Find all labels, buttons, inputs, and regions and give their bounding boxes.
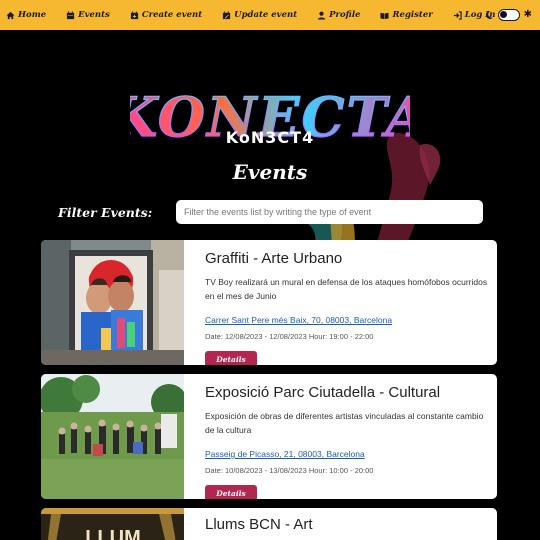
moon-icon bbox=[485, 10, 493, 19]
details-button[interactable]: Details bbox=[205, 485, 257, 499]
nav-update-event[interactable]: Update event bbox=[222, 10, 297, 20]
event-title: Llums BCN - Art bbox=[205, 516, 313, 533]
theme-switch[interactable] bbox=[497, 9, 520, 21]
user-icon bbox=[318, 11, 326, 20]
nav-home[interactable]: Home bbox=[6, 10, 46, 20]
navbar: Home Events Create event Update event Pr… bbox=[0, 0, 540, 30]
details-button[interactable]: Details bbox=[205, 351, 257, 365]
filter-label: Filter Events: bbox=[58, 205, 153, 220]
nav-events-label: Events bbox=[78, 10, 110, 20]
calendar-edit-icon bbox=[223, 10, 231, 19]
nav-events[interactable]: Events bbox=[66, 10, 110, 20]
event-card: Exposició Parc Ciutadella - Cultural Exp… bbox=[41, 374, 497, 499]
event-date: Date: 12/08/2023 - 12/08/2023 Hour: 19:0… bbox=[205, 332, 374, 341]
event-description: TV Boy realizará un mural en defensa de … bbox=[205, 277, 488, 301]
event-address-link[interactable]: Passeig de Picasso, 21, 08003, Barcelona bbox=[205, 449, 365, 459]
event-description: Exposición de obras de diferentes artist… bbox=[205, 411, 484, 435]
nav-profile-label: Profile bbox=[329, 10, 361, 20]
home-icon bbox=[6, 11, 15, 19]
theme-toggle[interactable]: ✱ bbox=[484, 9, 532, 21]
svg-text:LLUM: LLUM bbox=[85, 527, 141, 540]
event-card: Graffiti - Arte Urbano TV Boy realizará … bbox=[41, 240, 497, 365]
calendar-plus-icon bbox=[130, 10, 138, 19]
event-image-llums-bcn: LLUM bbox=[41, 508, 184, 540]
event-date: Date: 10/08/2023 - 13/08/2023 Hour: 10:0… bbox=[205, 466, 374, 475]
nav-profile[interactable]: Profile bbox=[317, 10, 360, 20]
nav-create-event[interactable]: Create event bbox=[130, 10, 202, 20]
event-title: Graffiti - Arte Urbano bbox=[205, 250, 343, 267]
login-icon bbox=[453, 10, 462, 20]
book-icon bbox=[380, 12, 390, 19]
nav-home-label: Home bbox=[18, 10, 47, 20]
sun-icon: ✱ bbox=[523, 9, 532, 20]
event-image-parc-ciutadella bbox=[41, 374, 184, 499]
event-image-graffiti bbox=[41, 240, 184, 365]
nav-update-event-label: Update event bbox=[234, 10, 298, 20]
nav-create-event-label: Create event bbox=[141, 10, 203, 20]
site-subtitle: KoN3CT4 bbox=[225, 128, 315, 147]
calendar-icon bbox=[67, 10, 75, 19]
filter-input[interactable] bbox=[176, 200, 483, 224]
event-address-link[interactable]: Carrer Sant Pere més Baix, 70, 08003, Ba… bbox=[205, 315, 392, 325]
event-card-body: Graffiti - Arte Urbano TV Boy realizará … bbox=[205, 240, 489, 365]
event-card: LLUM Llums BCN - Art bbox=[41, 508, 497, 540]
nav-register-label: Register bbox=[392, 10, 433, 20]
event-card-body: Exposició Parc Ciutadella - Cultural Exp… bbox=[205, 374, 489, 499]
event-title: Exposició Parc Ciutadella - Cultural bbox=[205, 384, 441, 401]
event-card-body: Llums BCN - Art bbox=[205, 508, 489, 533]
nav-register[interactable]: Register bbox=[380, 10, 433, 20]
page-title: Events bbox=[232, 160, 308, 184]
switch-knob bbox=[499, 11, 507, 18]
